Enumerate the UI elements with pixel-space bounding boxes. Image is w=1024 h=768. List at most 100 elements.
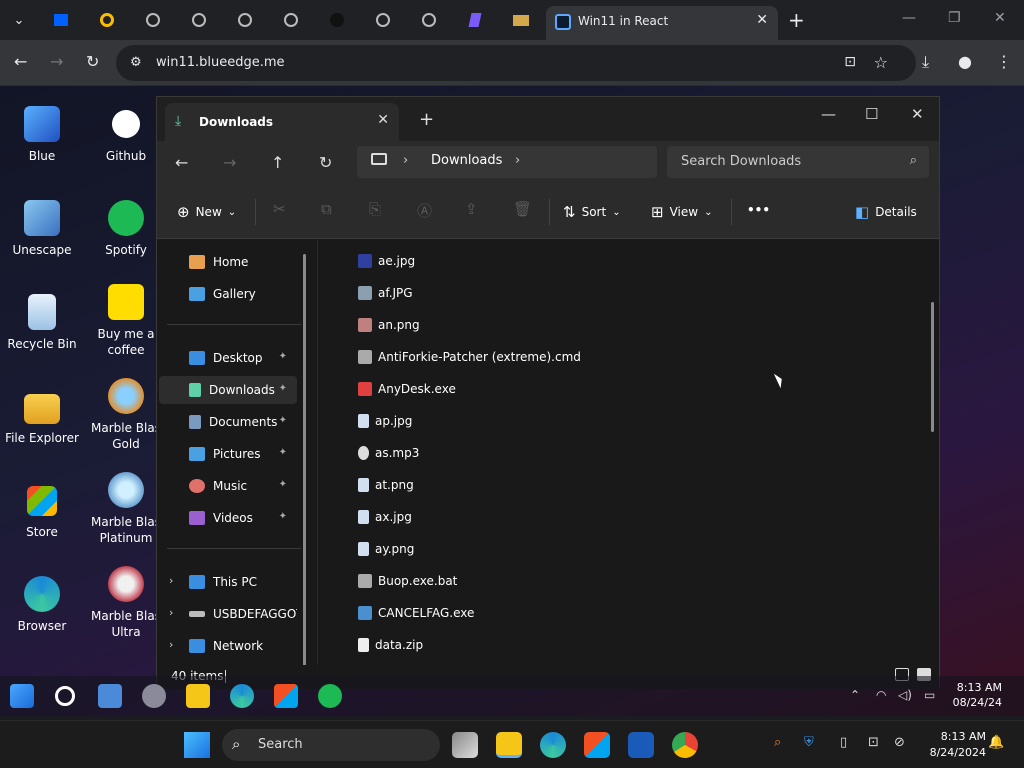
explorer-search-input[interactable]: Search Downloads ⌕ [667,146,929,178]
paste-button[interactable]: ⎘ [369,200,381,218]
forward-button[interactable]: → [50,52,63,71]
globe-tab-icon[interactable] [144,11,162,29]
network-tray-icon[interactable]: ⊡ [868,735,879,750]
sort-button[interactable]: ⇅ Sort ⌄ [563,203,621,221]
file-item[interactable]: AnyDesk.exe [358,376,456,402]
file-item[interactable]: data.zip [358,632,423,658]
close-explorer-tab-icon[interactable]: ✕ [377,112,389,128]
share-button[interactable]: ⇪ [465,200,478,218]
github-tab-icon[interactable] [328,11,346,29]
sidebar-item-home[interactable]: Home [159,248,297,276]
file-explorer-taskbar-icon[interactable] [496,732,522,758]
file-list-scrollbar[interactable] [931,302,934,432]
rename-button[interactable]: Ⓐ [417,200,432,221]
search-icon[interactable] [55,686,75,706]
edge-taskbar-icon[interactable] [540,732,566,758]
search-tray-icon[interactable]: ⌕ [774,735,781,750]
wifi-icon[interactable]: ◠ [876,688,886,702]
globe-tab-icon[interactable] [282,11,300,29]
dropbox-tab-icon[interactable] [52,11,70,29]
back-button[interactable]: ← [14,52,27,71]
explorer-maximize-button[interactable]: ☐ [865,105,878,123]
more-options-button[interactable]: ••• [747,203,770,217]
expand-chevron-icon[interactable]: › [169,574,173,587]
copy-button[interactable]: ⧉ [321,200,332,218]
file-item[interactable]: ae.jpg [358,248,415,274]
sidebar-scrollbar[interactable] [303,254,306,666]
reload-button[interactable]: ↻ [86,52,99,71]
settings-gear-icon[interactable] [142,684,166,708]
desktop-icon-blue[interactable]: Blue [0,106,84,164]
install-app-icon[interactable]: ⊡ [844,54,856,70]
desktop-icon-file-explorer[interactable]: File Explorer [0,388,84,446]
globe-tab-icon[interactable] [420,11,438,29]
breadcrumb-downloads[interactable]: Downloads [431,153,502,168]
desktop-icon-recycle-bin[interactable]: Recycle Bin [0,294,84,352]
outlook-taskbar-icon[interactable] [628,732,654,758]
close-tab-icon[interactable]: ✕ [756,12,768,28]
explorer-forward-button[interactable]: → [223,153,236,172]
sidebar-item-desktop[interactable]: Desktop ✦ [159,344,297,372]
sidebar-item-videos[interactable]: Videos ✦ [159,504,297,532]
web-taskbar-clock[interactable]: 8:13 AM 08/24/24 [953,680,1002,710]
chrome-taskbar-icon[interactable] [672,732,698,758]
defender-shield-icon[interactable]: ⛨ [804,735,814,750]
battery-icon[interactable]: ▭ [924,688,935,702]
file-item[interactable]: AntiForkie-Patcher (extreme).cmd [358,344,581,370]
store-taskbar-icon[interactable] [274,684,298,708]
active-browser-tab[interactable]: Win11 in React ✕ [546,6,778,40]
start-windows-icon[interactable] [10,684,34,708]
explorer-up-button[interactable]: ↑ [271,153,284,172]
explorer-refresh-button[interactable]: ↻ [319,153,332,172]
close-window-button[interactable]: ✕ [994,10,1006,26]
folder-tab-icon[interactable] [512,11,530,29]
this-pc-icon[interactable] [371,153,387,165]
edge-taskbar-icon[interactable] [230,684,254,708]
google-tab-icon[interactable] [98,11,116,29]
explorer-new-tab-button[interactable]: + [419,109,434,130]
explorer-minimize-button[interactable]: — [821,105,836,123]
site-info-icon[interactable]: ⚙ [130,55,142,70]
address-bar[interactable]: ⚙ win11.blueedge.me ⊡ ☆ [116,45,916,81]
task-view-icon[interactable] [452,732,478,758]
new-tab-button[interactable]: + [788,8,805,32]
taskbar-clock[interactable]: 8:13 AM 8/24/2024 [930,729,986,761]
sidebar-item-gallery[interactable]: Gallery [159,280,297,308]
app-tab-icon[interactable] [466,11,484,29]
globe-tab-icon[interactable] [374,11,392,29]
explorer-tab-downloads[interactable]: ⤓ Downloads ✕ [165,103,399,141]
spotify-taskbar-icon[interactable] [318,684,342,708]
file-item[interactable]: ap.jpg [358,408,412,434]
notification-bell-icon[interactable]: 🔔 [988,735,1004,750]
file-explorer-taskbar-icon[interactable] [186,684,210,708]
file-item[interactable]: ax.jpg [358,504,412,530]
minimize-window-button[interactable]: — [902,10,916,26]
store-taskbar-icon[interactable] [584,732,610,758]
bookmark-star-icon[interactable]: ☆ [874,53,888,72]
tray-overflow-icon[interactable]: ⌃ [850,688,860,702]
sidebar-item-music[interactable]: Music ✦ [159,472,297,500]
globe-tab-icon[interactable] [236,11,254,29]
new-button[interactable]: ⊕ New ⌄ [177,203,236,221]
sidebar-item-usb-drive[interactable]: › USBDEFAGGOT ( [159,600,297,628]
explorer-close-button[interactable]: ✕ [911,105,924,123]
browser-menu-icon[interactable]: ⋮ [996,52,1012,71]
sidebar-item-documents[interactable]: Documents ✦ [159,408,297,436]
view-button[interactable]: ⊞ View ⌄ [651,203,712,221]
explorer-address-bar[interactable]: › Downloads › [357,146,657,178]
desktop-icon-browser[interactable]: Browser [0,576,84,634]
tab-search-icon[interactable]: ⌄ [10,11,28,29]
explorer-back-button[interactable]: ← [175,153,188,172]
desktop-icon-unescape[interactable]: Unescape [0,200,84,258]
mute-tray-icon[interactable]: ⊘ [894,735,905,750]
file-item[interactable]: at.png [358,472,414,498]
file-item[interactable]: an.png [358,312,420,338]
downloads-icon[interactable]: ⤓ [922,52,929,72]
file-item[interactable]: ay.png [358,536,414,562]
usb-tray-icon[interactable]: ▯ [840,735,847,750]
details-button[interactable]: ◧ Details [855,203,917,221]
expand-chevron-icon[interactable]: › [169,638,173,651]
desktop-icon-store[interactable]: Store [0,482,84,540]
file-item[interactable]: as.mp3 [358,440,419,466]
delete-button[interactable]: 🗑 [513,200,532,218]
